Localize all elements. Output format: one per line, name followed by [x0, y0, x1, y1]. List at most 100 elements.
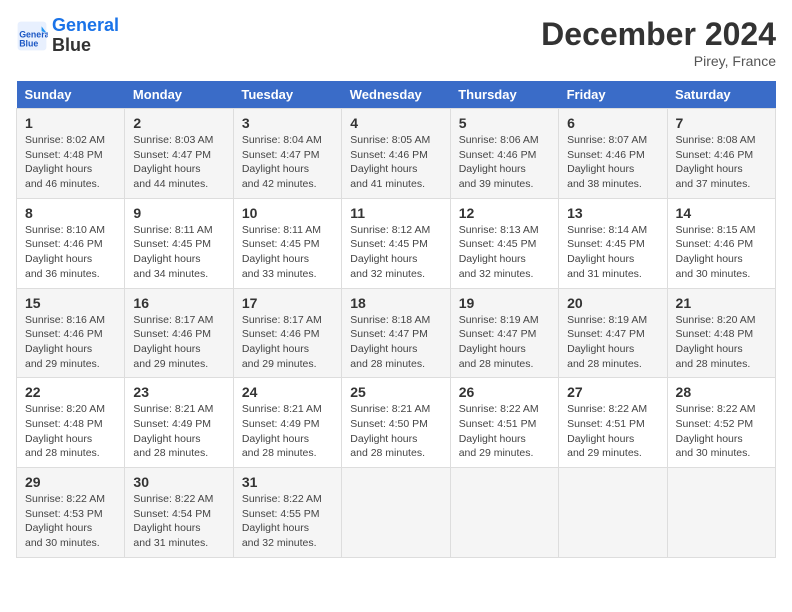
- day-info: Sunrise: 8:17 AM Sunset: 4:46 PM Dayligh…: [242, 313, 333, 372]
- day-info: Sunrise: 8:21 AM Sunset: 4:50 PM Dayligh…: [350, 402, 441, 461]
- cell-week1-day0: 1 Sunrise: 8:02 AM Sunset: 4:48 PM Dayli…: [17, 109, 125, 199]
- cell-week1-day5: 6 Sunrise: 8:07 AM Sunset: 4:46 PM Dayli…: [559, 109, 667, 199]
- cell-week2-day0: 8 Sunrise: 8:10 AM Sunset: 4:46 PM Dayli…: [17, 198, 125, 288]
- day-number: 10: [242, 205, 333, 221]
- day-info: Sunrise: 8:08 AM Sunset: 4:46 PM Dayligh…: [676, 133, 767, 192]
- header-friday: Friday: [559, 81, 667, 109]
- cell-week1-day4: 5 Sunrise: 8:06 AM Sunset: 4:46 PM Dayli…: [450, 109, 558, 199]
- day-number: 31: [242, 474, 333, 490]
- cell-week5-day0: 29 Sunrise: 8:22 AM Sunset: 4:53 PM Dayl…: [17, 468, 125, 558]
- week-row-1: 1 Sunrise: 8:02 AM Sunset: 4:48 PM Dayli…: [17, 109, 776, 199]
- title-block: December 2024 Pirey, France: [541, 16, 776, 69]
- day-info: Sunrise: 8:19 AM Sunset: 4:47 PM Dayligh…: [459, 313, 550, 372]
- cell-week2-day4: 12 Sunrise: 8:13 AM Sunset: 4:45 PM Dayl…: [450, 198, 558, 288]
- cell-week4-day4: 26 Sunrise: 8:22 AM Sunset: 4:51 PM Dayl…: [450, 378, 558, 468]
- day-info: Sunrise: 8:15 AM Sunset: 4:46 PM Dayligh…: [676, 223, 767, 282]
- day-number: 23: [133, 384, 224, 400]
- location: Pirey, France: [541, 53, 776, 69]
- calendar-table: SundayMondayTuesdayWednesdayThursdayFrid…: [16, 81, 776, 558]
- day-number: 12: [459, 205, 550, 221]
- cell-week3-day6: 21 Sunrise: 8:20 AM Sunset: 4:48 PM Dayl…: [667, 288, 775, 378]
- cell-week5-day3: [342, 468, 450, 558]
- day-info: Sunrise: 8:22 AM Sunset: 4:55 PM Dayligh…: [242, 492, 333, 551]
- day-number: 6: [567, 115, 658, 131]
- day-number: 13: [567, 205, 658, 221]
- day-number: 25: [350, 384, 441, 400]
- cell-week4-day6: 28 Sunrise: 8:22 AM Sunset: 4:52 PM Dayl…: [667, 378, 775, 468]
- logo-icon: General Blue: [16, 20, 48, 52]
- day-info: Sunrise: 8:22 AM Sunset: 4:53 PM Dayligh…: [25, 492, 116, 551]
- cell-week4-day5: 27 Sunrise: 8:22 AM Sunset: 4:51 PM Dayl…: [559, 378, 667, 468]
- day-info: Sunrise: 8:14 AM Sunset: 4:45 PM Dayligh…: [567, 223, 658, 282]
- day-info: Sunrise: 8:22 AM Sunset: 4:54 PM Dayligh…: [133, 492, 224, 551]
- day-info: Sunrise: 8:18 AM Sunset: 4:47 PM Dayligh…: [350, 313, 441, 372]
- day-info: Sunrise: 8:05 AM Sunset: 4:46 PM Dayligh…: [350, 133, 441, 192]
- cell-week3-day2: 17 Sunrise: 8:17 AM Sunset: 4:46 PM Dayl…: [233, 288, 341, 378]
- day-number: 27: [567, 384, 658, 400]
- day-number: 24: [242, 384, 333, 400]
- day-info: Sunrise: 8:19 AM Sunset: 4:47 PM Dayligh…: [567, 313, 658, 372]
- cell-week3-day4: 19 Sunrise: 8:19 AM Sunset: 4:47 PM Dayl…: [450, 288, 558, 378]
- day-number: 26: [459, 384, 550, 400]
- day-info: Sunrise: 8:11 AM Sunset: 4:45 PM Dayligh…: [133, 223, 224, 282]
- cell-week3-day3: 18 Sunrise: 8:18 AM Sunset: 4:47 PM Dayl…: [342, 288, 450, 378]
- day-number: 11: [350, 205, 441, 221]
- day-info: Sunrise: 8:10 AM Sunset: 4:46 PM Dayligh…: [25, 223, 116, 282]
- day-info: Sunrise: 8:11 AM Sunset: 4:45 PM Dayligh…: [242, 223, 333, 282]
- cell-week3-day0: 15 Sunrise: 8:16 AM Sunset: 4:46 PM Dayl…: [17, 288, 125, 378]
- cell-week4-day0: 22 Sunrise: 8:20 AM Sunset: 4:48 PM Dayl…: [17, 378, 125, 468]
- page-header: General Blue GeneralBlue December 2024 P…: [16, 16, 776, 69]
- cell-week3-day5: 20 Sunrise: 8:19 AM Sunset: 4:47 PM Dayl…: [559, 288, 667, 378]
- cell-week2-day5: 13 Sunrise: 8:14 AM Sunset: 4:45 PM Dayl…: [559, 198, 667, 288]
- day-number: 4: [350, 115, 441, 131]
- svg-text:Blue: Blue: [19, 38, 38, 48]
- cell-week1-day1: 2 Sunrise: 8:03 AM Sunset: 4:47 PM Dayli…: [125, 109, 233, 199]
- day-info: Sunrise: 8:03 AM Sunset: 4:47 PM Dayligh…: [133, 133, 224, 192]
- cell-week2-day3: 11 Sunrise: 8:12 AM Sunset: 4:45 PM Dayl…: [342, 198, 450, 288]
- day-info: Sunrise: 8:13 AM Sunset: 4:45 PM Dayligh…: [459, 223, 550, 282]
- day-number: 21: [676, 295, 767, 311]
- day-number: 3: [242, 115, 333, 131]
- logo-text: GeneralBlue: [52, 16, 119, 56]
- day-number: 5: [459, 115, 550, 131]
- month-title: December 2024: [541, 16, 776, 53]
- cell-week4-day1: 23 Sunrise: 8:21 AM Sunset: 4:49 PM Dayl…: [125, 378, 233, 468]
- day-number: 17: [242, 295, 333, 311]
- day-number: 28: [676, 384, 767, 400]
- cell-week4-day2: 24 Sunrise: 8:21 AM Sunset: 4:49 PM Dayl…: [233, 378, 341, 468]
- header-monday: Monday: [125, 81, 233, 109]
- day-number: 18: [350, 295, 441, 311]
- day-info: Sunrise: 8:17 AM Sunset: 4:46 PM Dayligh…: [133, 313, 224, 372]
- cell-week5-day5: [559, 468, 667, 558]
- day-number: 2: [133, 115, 224, 131]
- day-number: 22: [25, 384, 116, 400]
- cell-week5-day6: [667, 468, 775, 558]
- cell-week2-day1: 9 Sunrise: 8:11 AM Sunset: 4:45 PM Dayli…: [125, 198, 233, 288]
- day-info: Sunrise: 8:22 AM Sunset: 4:52 PM Dayligh…: [676, 402, 767, 461]
- week-row-4: 22 Sunrise: 8:20 AM Sunset: 4:48 PM Dayl…: [17, 378, 776, 468]
- day-number: 16: [133, 295, 224, 311]
- header-sunday: Sunday: [17, 81, 125, 109]
- cell-week1-day2: 3 Sunrise: 8:04 AM Sunset: 4:47 PM Dayli…: [233, 109, 341, 199]
- logo: General Blue GeneralBlue: [16, 16, 119, 56]
- header-wednesday: Wednesday: [342, 81, 450, 109]
- day-number: 19: [459, 295, 550, 311]
- cell-week1-day3: 4 Sunrise: 8:05 AM Sunset: 4:46 PM Dayli…: [342, 109, 450, 199]
- day-info: Sunrise: 8:02 AM Sunset: 4:48 PM Dayligh…: [25, 133, 116, 192]
- cell-week2-day2: 10 Sunrise: 8:11 AM Sunset: 4:45 PM Dayl…: [233, 198, 341, 288]
- cell-week5-day1: 30 Sunrise: 8:22 AM Sunset: 4:54 PM Dayl…: [125, 468, 233, 558]
- day-info: Sunrise: 8:21 AM Sunset: 4:49 PM Dayligh…: [242, 402, 333, 461]
- day-number: 1: [25, 115, 116, 131]
- day-number: 9: [133, 205, 224, 221]
- cell-week2-day6: 14 Sunrise: 8:15 AM Sunset: 4:46 PM Dayl…: [667, 198, 775, 288]
- header-saturday: Saturday: [667, 81, 775, 109]
- day-number: 8: [25, 205, 116, 221]
- day-info: Sunrise: 8:06 AM Sunset: 4:46 PM Dayligh…: [459, 133, 550, 192]
- day-number: 15: [25, 295, 116, 311]
- week-row-5: 29 Sunrise: 8:22 AM Sunset: 4:53 PM Dayl…: [17, 468, 776, 558]
- day-info: Sunrise: 8:21 AM Sunset: 4:49 PM Dayligh…: [133, 402, 224, 461]
- weekday-header-row: SundayMondayTuesdayWednesdayThursdayFrid…: [17, 81, 776, 109]
- week-row-3: 15 Sunrise: 8:16 AM Sunset: 4:46 PM Dayl…: [17, 288, 776, 378]
- day-info: Sunrise: 8:20 AM Sunset: 4:48 PM Dayligh…: [25, 402, 116, 461]
- cell-week1-day6: 7 Sunrise: 8:08 AM Sunset: 4:46 PM Dayli…: [667, 109, 775, 199]
